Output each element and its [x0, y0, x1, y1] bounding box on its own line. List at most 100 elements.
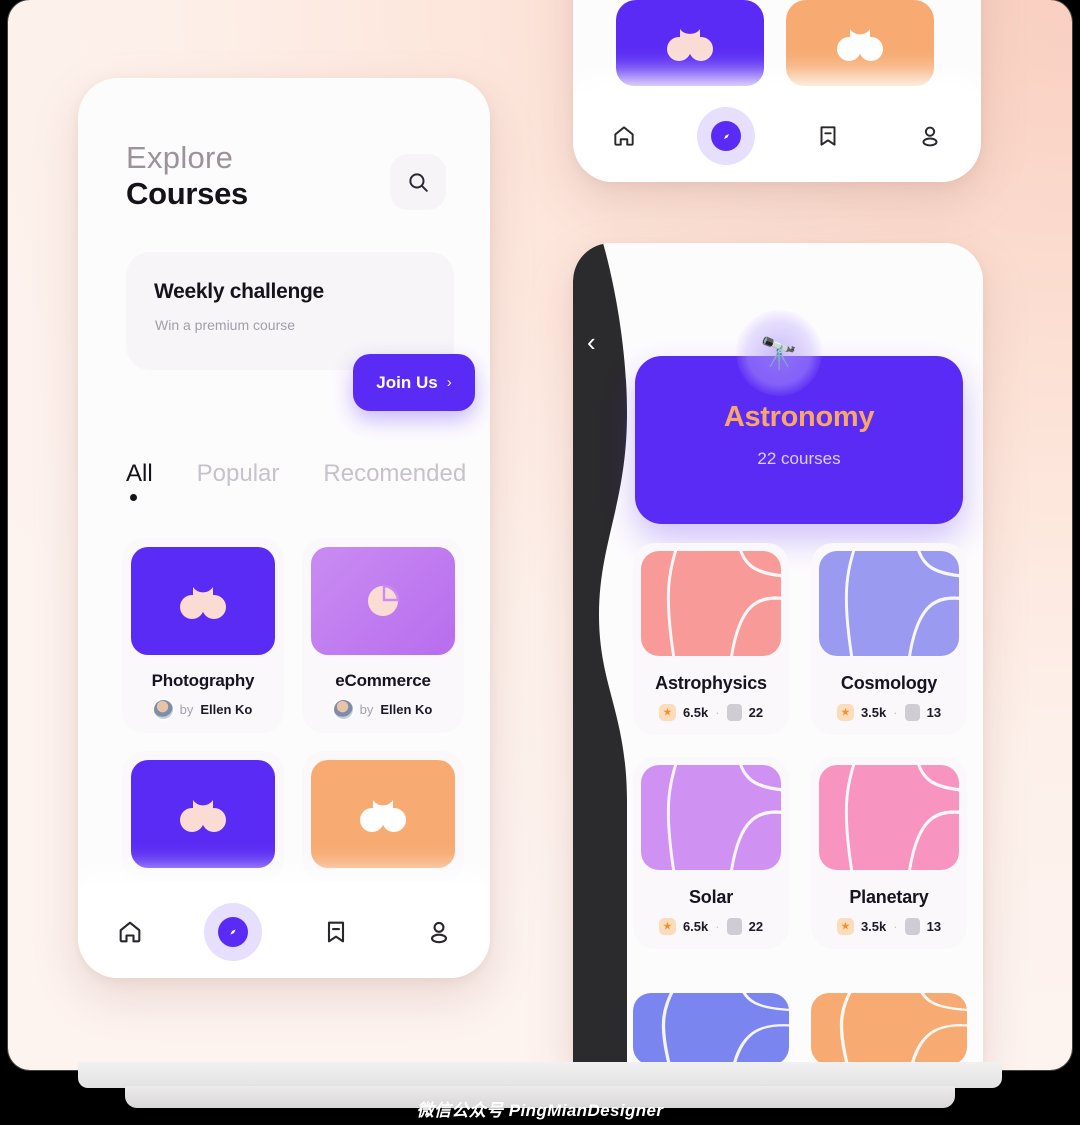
abstract-pattern [666, 551, 781, 656]
course-card[interactable]: eCommerce by Ellen Ko [302, 538, 464, 733]
course-stats: ★ 6.5k · 22 [641, 918, 781, 935]
course-grid-left: Photography by Ellen Ko eCommerce by Ellen Ko [122, 538, 464, 882]
star-icon: ★ [836, 704, 854, 721]
page-header: Explore Courses [126, 140, 248, 211]
avatar [153, 700, 173, 719]
like-count: 6.5k [682, 705, 709, 720]
watermark: 微信公众号 PingMianDesigner [416, 1101, 664, 1120]
tab-recomended[interactable]: Recomended [323, 460, 466, 488]
nav-item-home[interactable] [101, 903, 159, 961]
author-prefix: by [179, 702, 194, 717]
lessons-icon [726, 704, 742, 721]
challenge-subtitle: Win a premium course [155, 317, 296, 333]
lesson-count: 13 [926, 705, 942, 720]
star-icon: ★ [836, 918, 854, 935]
camera-icon [837, 29, 883, 61]
course-card[interactable]: Planetary ★ 3.5k · 13 [811, 757, 967, 949]
phone-left: Explore Courses Weekly challenge Win a p… [78, 78, 490, 978]
nav-item-bookmark[interactable] [799, 107, 857, 165]
course-art-tile[interactable] [811, 993, 967, 1063]
course-art-tile [131, 760, 275, 868]
nav-item-profile[interactable] [410, 903, 468, 961]
join-us-button[interactable]: Join Us › [353, 354, 475, 411]
course-card[interactable]: Photography by Ellen Ko [122, 538, 284, 733]
course-card[interactable] [302, 751, 464, 882]
author-name: Ellen Ko [380, 702, 433, 717]
chevron-right-icon: › [446, 374, 452, 391]
lesson-count: 13 [926, 919, 942, 934]
star-icon: ★ [658, 704, 676, 721]
header-eyebrow: Explore [126, 140, 234, 175]
course-art-tile[interactable] [786, 0, 934, 86]
back-button[interactable]: ‹ [587, 327, 596, 358]
course-art-tile [131, 547, 275, 655]
course-stats: ★ 3.5k · 13 [819, 918, 959, 935]
laptop-mockup: ‹ Astronomy 22 courses 🔭 Astrophysics ★ 6.… [0, 0, 1080, 1125]
course-stats: ★ 3.5k · 13 [819, 704, 959, 721]
stat-separator: · [715, 919, 720, 934]
course-art-tile[interactable] [616, 0, 764, 86]
course-title: Solar [688, 887, 734, 907]
lessons-icon [904, 704, 920, 721]
course-author: by Ellen Ko [131, 700, 275, 719]
explore-active-dot [711, 121, 741, 151]
bottom-nav-left [78, 886, 490, 978]
nav-item-explore[interactable] [203, 903, 262, 961]
camera-icon [180, 587, 226, 619]
star-icon: ★ [658, 918, 676, 935]
search-button[interactable] [390, 154, 446, 210]
course-title: Planetary [849, 887, 929, 907]
course-art-tile[interactable] [633, 993, 789, 1063]
course-card[interactable] [122, 751, 284, 882]
category-tabs: All Popular Recomended [126, 460, 466, 501]
challenge-title: Weekly challenge [154, 280, 324, 303]
course-card[interactable]: Cosmology ★ 3.5k · 13 [811, 543, 967, 735]
page-title: Courses [126, 175, 248, 211]
abstract-pattern [666, 765, 781, 870]
course-art-tile [311, 547, 455, 655]
stat-separator: · [893, 919, 898, 934]
lessons-icon [904, 918, 920, 935]
course-art-tile [311, 760, 455, 868]
bottom-nav-top-right [573, 90, 981, 182]
camera-icon [180, 800, 226, 832]
join-us-label: Join Us [376, 372, 438, 392]
person-icon [922, 126, 938, 147]
like-count: 3.5k [860, 919, 887, 934]
laptop-base-upper [78, 1062, 1002, 1088]
abstract-pattern [661, 993, 789, 1063]
explore-active-dot [217, 917, 248, 947]
course-title: Photography [151, 671, 255, 690]
lesson-count: 22 [748, 919, 764, 934]
stat-separator: · [715, 705, 720, 720]
tab-all[interactable]: All [126, 460, 153, 501]
course-title: Cosmology [840, 673, 938, 693]
laptop-screen: ‹ Astronomy 22 courses 🔭 Astrophysics ★ 6.… [8, 0, 1072, 1070]
course-card[interactable]: Solar ★ 6.5k · 22 [633, 757, 789, 949]
course-card[interactable]: Astrophysics ★ 6.5k · 22 [633, 543, 789, 735]
telescope-icon: 🔭 [736, 310, 822, 396]
tab-popular[interactable]: Popular [197, 460, 280, 488]
abstract-pattern [839, 993, 967, 1063]
person-icon [430, 921, 447, 944]
weekly-challenge-card[interactable]: Weekly challenge Win a premium course [126, 252, 454, 370]
camera-icon [667, 29, 713, 61]
nav-item-home[interactable] [595, 107, 653, 165]
abstract-pattern [844, 765, 959, 870]
nav-item-profile[interactable] [901, 107, 959, 165]
course-art-tile [819, 551, 959, 656]
nav-item-bookmark[interactable] [307, 903, 365, 961]
hero-title: Astronomy [723, 401, 875, 433]
author-name: Ellen Ko [200, 702, 253, 717]
camera-icon [360, 800, 406, 832]
course-art-tile [641, 551, 781, 656]
course-title: eCommerce [335, 671, 431, 690]
course-grid-right: Astrophysics ★ 6.5k · 22 Cosmology ★ 3.5k · 13 Sol… [633, 543, 967, 949]
nav-item-explore[interactable] [697, 107, 755, 165]
home-icon [614, 126, 634, 146]
course-title: Astrophysics [655, 673, 767, 693]
compass-icon [229, 929, 236, 935]
top-right-card-row [616, 0, 934, 86]
phone-right: ‹ Astronomy 22 courses 🔭 Astrophysics ★ 6.… [573, 243, 983, 1063]
course-stats: ★ 6.5k · 22 [641, 704, 781, 721]
